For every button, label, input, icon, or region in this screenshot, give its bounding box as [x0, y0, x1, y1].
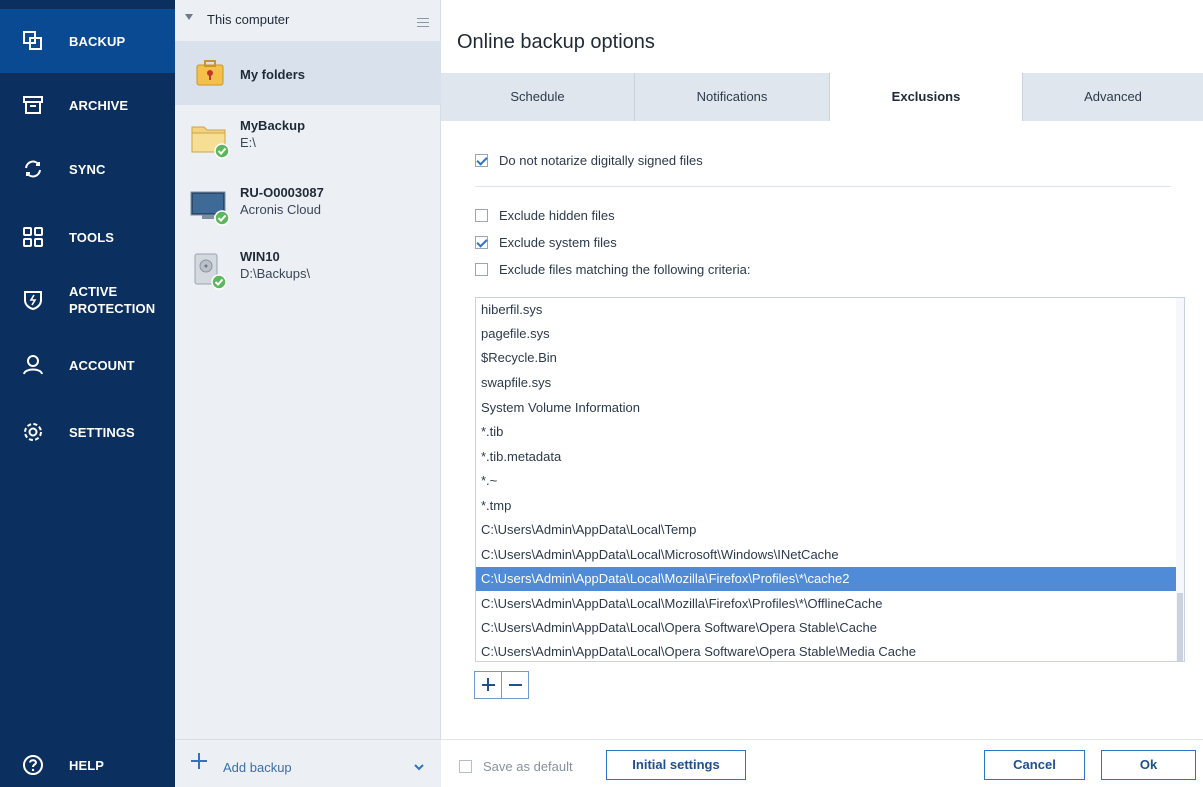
- nav-label-backup: BACKUP: [69, 33, 126, 49]
- gear-icon: [22, 421, 44, 443]
- backup-name: WIN10: [240, 249, 280, 264]
- nav-label-help: HELP: [69, 757, 105, 773]
- tab-advanced[interactable]: Advanced: [1023, 73, 1203, 121]
- exclude-system-option[interactable]: Exclude system files: [475, 235, 617, 250]
- save-as-default-checkbox[interactable]: [459, 760, 472, 773]
- list-item[interactable]: *.tmp: [476, 494, 1176, 518]
- nav-item-help[interactable]: HELP: [0, 733, 175, 787]
- briefcase-icon: [189, 51, 231, 95]
- backup-item-win10[interactable]: WIN10 D:\Backups\: [175, 236, 441, 300]
- nav-label-archive: ARCHIVE: [69, 97, 129, 113]
- list-item[interactable]: hiberfil.sys: [476, 298, 1176, 322]
- nav-item-account[interactable]: ACCOUNT: [0, 333, 175, 397]
- account-icon: [22, 354, 44, 376]
- backup-item-my-folders[interactable]: My folders: [175, 41, 441, 105]
- backup-group-header[interactable]: This computer: [175, 0, 441, 40]
- tools-icon: [22, 226, 44, 248]
- exclude-criteria-label: Exclude files matching the following cri…: [499, 262, 751, 277]
- help-icon: [22, 754, 44, 776]
- exclude-criteria-checkbox[interactable]: [475, 263, 488, 276]
- tab-notifications[interactable]: Notifications: [635, 73, 830, 121]
- scrollbar-thumb[interactable]: [1177, 593, 1183, 661]
- backup-item-ru-o0003087[interactable]: RU-O0003087 Acronis Cloud: [175, 172, 441, 236]
- add-backup-label: Add backup: [223, 760, 292, 775]
- initial-settings-button[interactable]: Initial settings: [606, 750, 746, 780]
- sync-icon: [22, 158, 44, 180]
- tab-exclusions[interactable]: Exclusions: [830, 73, 1023, 121]
- exclude-hidden-option[interactable]: Exclude hidden files: [475, 208, 615, 223]
- list-scrollbar[interactable]: [1176, 298, 1184, 661]
- exclude-system-checkbox[interactable]: [475, 236, 488, 249]
- add-backup-button[interactable]: Add backup: [175, 739, 441, 787]
- nav-label-active-protection: ACTIVE PROTECTION: [69, 284, 156, 316]
- hamburger-menu-icon[interactable]: [417, 18, 429, 30]
- list-item[interactable]: $Recycle.Bin: [476, 346, 1176, 370]
- backup-group-title: This computer: [207, 12, 290, 27]
- dialog-footer: Save as default Initial settings Cancel …: [441, 739, 1203, 787]
- nav-item-archive[interactable]: ARCHIVE: [0, 73, 175, 137]
- notarize-option[interactable]: Do not notarize digitally signed files: [475, 153, 703, 168]
- chevron-down-icon[interactable]: [413, 760, 425, 771]
- backup-destination: D:\Backups\: [240, 266, 311, 281]
- list-item[interactable]: pagefile.sys: [476, 322, 1176, 346]
- list-item[interactable]: *.tib.metadata: [476, 445, 1176, 469]
- save-as-default-label: Save as default: [483, 759, 573, 774]
- plus-icon: [191, 753, 207, 769]
- backup-destination: E:\: [240, 135, 256, 150]
- exclusion-criteria-list[interactable]: hiberfil.sys pagefile.sys $Recycle.Bin s…: [475, 297, 1185, 662]
- list-item[interactable]: System Volume Information: [476, 396, 1176, 420]
- nav-label-tools: TOOLS: [69, 229, 115, 245]
- list-item[interactable]: *.tib: [476, 420, 1176, 444]
- nav-item-settings[interactable]: SETTINGS: [0, 400, 175, 464]
- list-item[interactable]: swapfile.sys: [476, 371, 1176, 395]
- computer-icon: [189, 182, 231, 226]
- notarize-checkbox[interactable]: [475, 154, 488, 167]
- tab-schedule[interactable]: Schedule: [441, 73, 635, 121]
- add-criterion-button[interactable]: [475, 672, 501, 698]
- nav-label-settings: SETTINGS: [69, 424, 135, 440]
- nav-label-sync: SYNC: [69, 161, 106, 177]
- remove-criterion-button[interactable]: [501, 672, 528, 698]
- shield-icon: [22, 289, 44, 311]
- left-navigation: BACKUP ARCHIVE SYNC TOOLS ACTIVE PROTECT…: [0, 0, 175, 787]
- list-item-selected[interactable]: C:\Users\Admin\AppData\Local\Mozilla\Fir…: [476, 567, 1176, 591]
- nav-item-backup[interactable]: BACKUP: [0, 9, 175, 73]
- dialog-title: Online backup options: [457, 31, 655, 53]
- backup-destination: Acronis Cloud: [240, 202, 321, 217]
- list-item[interactable]: C:\Users\Admin\AppData\Local\Microsoft\W…: [476, 543, 1176, 567]
- exclude-hidden-label: Exclude hidden files: [499, 208, 615, 223]
- cancel-button[interactable]: Cancel: [984, 750, 1085, 780]
- nav-item-sync[interactable]: SYNC: [0, 137, 175, 201]
- collapse-triangle-icon[interactable]: [185, 14, 193, 20]
- drive-icon: [189, 246, 231, 290]
- list-item[interactable]: C:\Users\Admin\AppData\Local\Temp: [476, 518, 1176, 542]
- nav-item-tools[interactable]: TOOLS: [0, 205, 175, 269]
- backup-list-panel: This computer My folders MyBackup E:\ RU…: [175, 0, 441, 787]
- nav-item-active-protection[interactable]: ACTIVE PROTECTION: [0, 268, 175, 332]
- list-item[interactable]: *.~: [476, 469, 1176, 493]
- exclude-criteria-option[interactable]: Exclude files matching the following cri…: [475, 262, 750, 277]
- divider: [475, 186, 1171, 187]
- nav-label-account: ACCOUNT: [69, 357, 135, 373]
- save-as-default-option[interactable]: Save as default: [459, 759, 573, 774]
- exclude-hidden-checkbox[interactable]: [475, 209, 488, 222]
- add-remove-criteria-buttons: [474, 671, 529, 699]
- exclude-system-label: Exclude system files: [499, 235, 617, 250]
- folder-icon: [189, 115, 231, 159]
- options-tabs: Schedule Notifications Exclusions Advanc…: [441, 73, 1203, 121]
- archive-icon: [22, 94, 44, 116]
- list-item[interactable]: C:\Users\Admin\AppData\Local\Opera Softw…: [476, 640, 1176, 661]
- backup-name: My folders: [240, 67, 306, 82]
- list-item[interactable]: C:\Users\Admin\AppData\Local\Mozilla\Fir…: [476, 592, 1176, 616]
- backup-icon: [22, 30, 44, 52]
- ok-button[interactable]: Ok: [1101, 750, 1196, 780]
- backup-name: MyBackup: [240, 118, 306, 133]
- backup-item-mybackup[interactable]: MyBackup E:\: [175, 105, 441, 169]
- notarize-label: Do not notarize digitally signed files: [499, 153, 703, 168]
- list-item[interactable]: C:\Users\Admin\AppData\Local\Opera Softw…: [476, 616, 1176, 640]
- backup-name: RU-O0003087: [240, 185, 324, 200]
